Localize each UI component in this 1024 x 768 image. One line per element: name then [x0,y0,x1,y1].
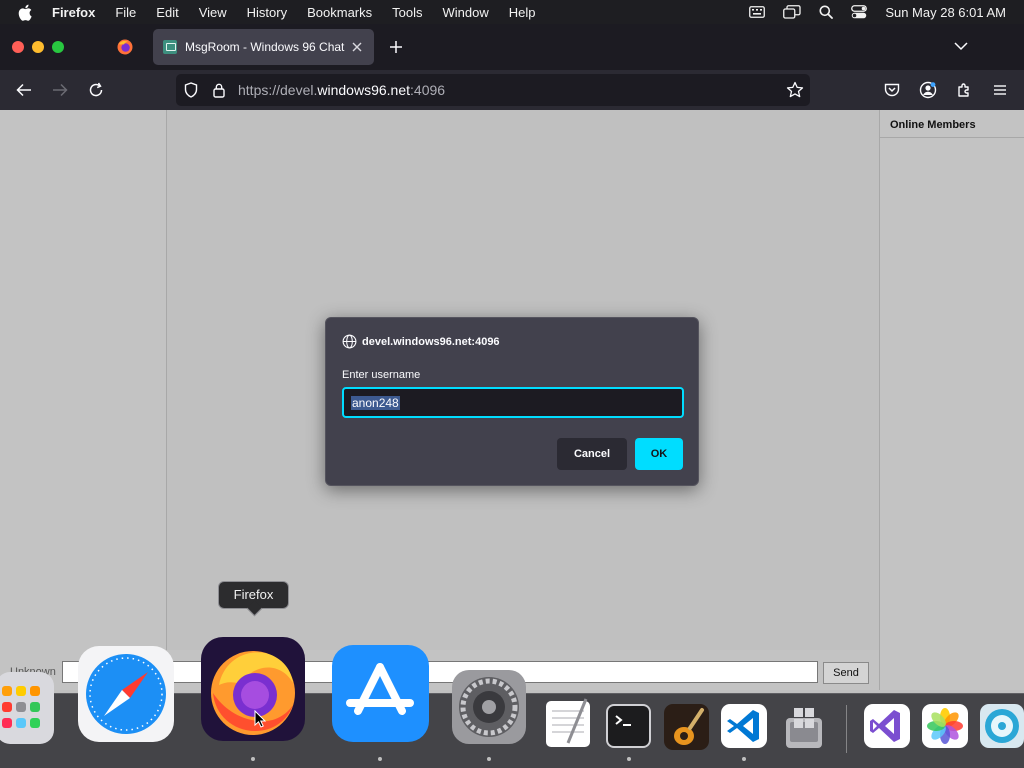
send-button[interactable]: Send [823,662,869,684]
username-input-value: anon248 [351,396,400,410]
account-icon[interactable] [918,80,938,100]
dialog-prompt-label: Enter username [342,369,421,381]
shield-icon[interactable] [184,82,198,103]
menu-help[interactable]: Help [509,5,536,20]
url-host: windows96.net [317,82,411,98]
tab-title: MsgRoom - Windows 96 Chat [185,40,345,54]
reload-icon[interactable] [86,80,106,100]
window-zoom-button[interactable] [52,41,64,53]
msgroom-favicon-icon [163,40,177,54]
garageband-icon[interactable] [664,704,709,750]
control-center-icon[interactable] [851,5,868,19]
terminal-icon[interactable] [606,704,651,748]
vscode-icon[interactable] [721,704,767,748]
dock-tooltip: Firefox [218,581,289,609]
menu-history[interactable]: History [247,5,287,20]
system-settings-icon[interactable] [452,670,526,744]
globe-icon [342,334,357,349]
menu-tools[interactable]: Tools [392,5,422,20]
safari-icon[interactable] [78,646,174,742]
window-close-button[interactable] [12,41,24,53]
tab-strip: MsgRoom - Windows 96 Chat [0,24,1024,70]
macos-menu-bar: Firefox File Edit View History Bookmarks… [0,0,1024,24]
close-tab-icon[interactable] [348,38,366,56]
menu-view[interactable]: View [199,5,227,20]
visual-studio-icon[interactable] [864,704,910,748]
dock-separator [846,705,847,753]
url-scheme: https://devel. [238,82,318,98]
cancel-button[interactable]: Cancel [557,438,627,470]
bookmark-star-icon[interactable] [786,81,804,104]
firefox-running-indicator [251,757,255,761]
mouse-cursor-icon [254,710,266,728]
pocket-icon[interactable] [882,80,902,100]
system-settings-running-indicator [487,757,491,761]
firefox-view-icon[interactable] [117,39,133,55]
forward-icon [50,80,70,100]
list-all-tabs-icon[interactable] [954,38,974,56]
keyboard-icon[interactable] [749,6,766,18]
address-bar[interactable]: https://devel.windows96.net:4096 [176,74,810,106]
online-members-title: Online Members [880,110,1024,138]
lock-icon[interactable] [212,82,226,103]
message-input[interactable] [62,661,818,683]
menu-firefox[interactable]: Firefox [52,5,95,20]
menu-bookmarks[interactable]: Bookmarks [307,5,372,20]
online-members-pane: Online Members [879,110,1024,690]
username-input[interactable]: anon248 [342,387,684,418]
dialog-origin-text: devel.windows96.net:4096 [362,335,500,348]
terminal-running-indicator [627,757,631,761]
textedit-icon[interactable] [544,697,594,749]
new-tab-button[interactable] [386,35,406,59]
menu-edit[interactable]: Edit [156,5,178,20]
tab-msgroom[interactable]: MsgRoom - Windows 96 Chat [153,29,374,65]
ok-button[interactable]: OK [635,438,683,470]
menubar-clock[interactable]: Sun May 28 6:01 AM [885,5,1006,20]
dialog-origin: devel.windows96.net:4096 [342,334,500,349]
window-minimize-button[interactable] [32,41,44,53]
apple-icon[interactable] [18,4,36,21]
username-prompt-dialog: devel.windows96.net:4096 Enter username … [325,317,699,486]
firefox-icon[interactable] [201,637,305,741]
menu-icon[interactable] [990,80,1010,100]
launchpad-icon[interactable] [0,672,54,744]
photos-icon[interactable] [922,704,968,748]
vscode-running-indicator [742,757,746,761]
navigation-toolbar: https://devel.windows96.net:4096 [0,70,1024,110]
boot-camp-icon[interactable] [780,704,828,750]
screen-mirroring-icon[interactable] [783,5,801,19]
room-list-pane [0,110,167,690]
url-text[interactable]: https://devel.windows96.net:4096 [238,82,445,98]
disk-utility-icon[interactable] [980,704,1024,748]
menu-window[interactable]: Window [443,5,489,20]
spotlight-search-icon[interactable] [819,5,834,19]
back-icon[interactable] [14,80,34,100]
url-port: :4096 [410,82,446,98]
extensions-icon[interactable] [954,80,974,100]
app-store-icon[interactable] [332,645,429,742]
app-store-running-indicator [378,757,382,761]
menu-file[interactable]: File [115,5,136,20]
